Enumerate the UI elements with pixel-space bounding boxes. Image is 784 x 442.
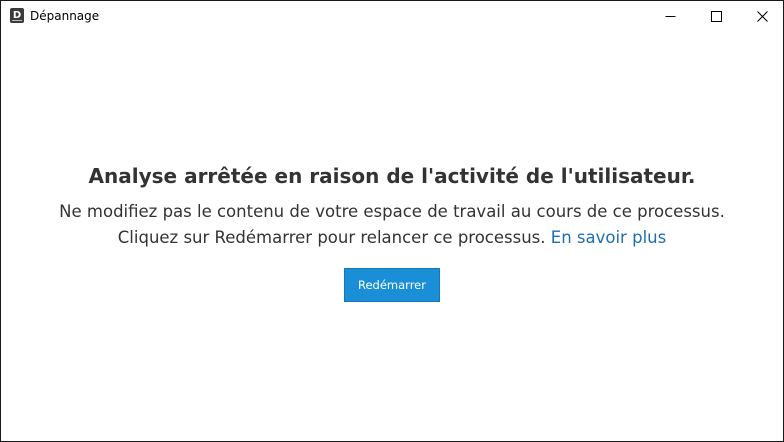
learn-more-link[interactable]: En savoir plus — [551, 228, 666, 247]
restart-instruction-text: Cliquez sur Redémarrer pour relancer ce … — [117, 228, 546, 247]
app-icon: D — [10, 8, 24, 23]
window-title: Dépannage — [30, 9, 100, 23]
app-window: D Dépannage Analyse arrêtée en raison de… — [0, 0, 784, 442]
status-headline: Analyse arrêtée en raison de l'activité … — [88, 164, 696, 188]
close-icon — [756, 10, 768, 22]
title-bar[interactable]: D Dépannage — [1, 1, 783, 32]
restart-button[interactable]: Redémarrer — [344, 268, 440, 302]
instruction-text: Ne modifiez pas le contenu de votre espa… — [59, 202, 725, 221]
maximize-icon — [710, 10, 722, 22]
minimize-icon — [665, 15, 675, 17]
main-content: Analyse arrêtée en raison de l'activité … — [1, 32, 783, 441]
maximize-button[interactable] — [693, 1, 739, 31]
close-button[interactable] — [739, 1, 783, 31]
restart-instruction: Cliquez sur Redémarrer pour relancer ce … — [1, 226, 783, 250]
minimize-button[interactable] — [647, 1, 693, 31]
